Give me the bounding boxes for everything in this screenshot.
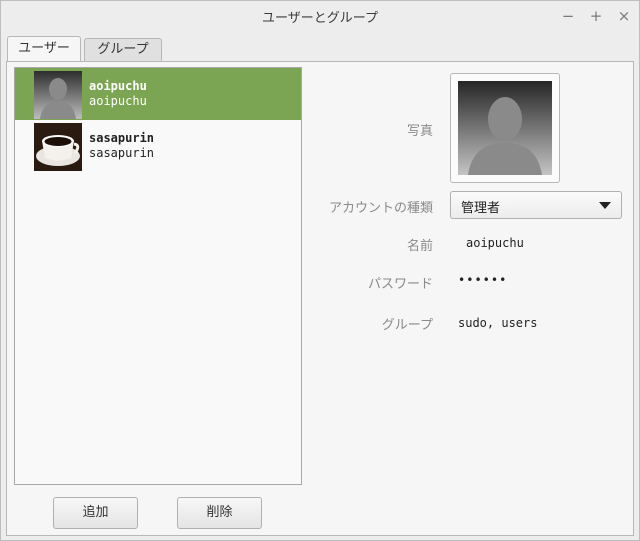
user-display-name: sasapurin (89, 131, 155, 145)
user-display-name: aoipuchu (89, 79, 147, 93)
photo-button[interactable] (450, 73, 560, 183)
account-type-value: 管理者 (461, 201, 501, 216)
silhouette-avatar-icon (34, 71, 82, 119)
groups-label: グループ (381, 318, 433, 333)
user-list[interactable]: aoipuchu aoipuchu sasapurin sasapurin (14, 67, 302, 485)
account-type-dropdown[interactable]: 管理者 (450, 191, 622, 219)
password-value[interactable]: •••••• (458, 273, 507, 287)
list-item-user-aoipuchu[interactable]: aoipuchu aoipuchu (15, 68, 301, 120)
delete-user-button[interactable]: 削除 (177, 497, 262, 529)
user-login-name: aoipuchu (89, 94, 147, 108)
window-title: ユーザーとグループ (262, 11, 378, 26)
dropdown-arrow-icon (599, 202, 611, 209)
tab-groups[interactable]: グループ (84, 38, 162, 61)
name-value[interactable]: aoipuchu (466, 236, 524, 250)
groups-value[interactable]: sudo, users (458, 316, 537, 330)
coffee-cup-avatar-icon (34, 123, 82, 171)
title-bar[interactable]: ユーザーとグループ − + × (1, 1, 639, 31)
close-button[interactable]: × (613, 5, 635, 27)
maximize-button[interactable]: + (585, 5, 607, 27)
photo-label: 写真 (406, 124, 433, 139)
users-and-groups-window: ユーザーとグループ − + × ユーザー グループ aoipuchu aoipu… (0, 0, 640, 541)
tab-users[interactable]: ユーザー (7, 36, 81, 62)
account-type-label: アカウントの種類 (328, 201, 433, 216)
user-photo-icon (458, 81, 552, 175)
name-label: 名前 (406, 239, 433, 254)
user-login-name: sasapurin (89, 146, 155, 160)
minimize-button[interactable]: − (557, 5, 579, 27)
password-label: パスワード (367, 277, 433, 292)
add-user-button[interactable]: 追加 (53, 497, 138, 529)
list-item-user-sasapurin[interactable]: sasapurin sasapurin (15, 120, 301, 172)
